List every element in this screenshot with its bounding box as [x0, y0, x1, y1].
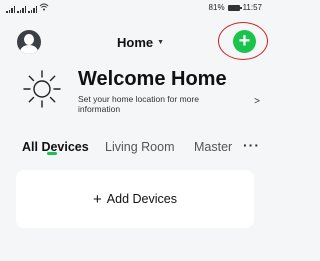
chevron-right-icon[interactable]: > — [254, 96, 260, 107]
welcome-banner[interactable]: Welcome Home Set your home location for … — [0, 65, 270, 125]
home-selector[interactable]: Home ▼ — [117, 35, 164, 50]
signal-indicators — [6, 3, 49, 13]
active-tab-indicator — [47, 152, 57, 155]
battery-percent: 81% — [208, 3, 225, 12]
room-tabs: All Devices Living Room Master ··· — [0, 137, 270, 164]
add-devices-button[interactable]: + Add Devices — [16, 170, 254, 228]
signal-icon — [6, 6, 15, 13]
signal-icon — [28, 6, 37, 13]
chevron-down-icon: ▼ — [157, 39, 165, 46]
avatar[interactable] — [17, 30, 41, 54]
plus-icon: + — [93, 190, 102, 208]
signal-icon — [17, 6, 26, 13]
battery-icon — [227, 4, 242, 11]
home-name: Home — [117, 35, 154, 50]
wifi-icon — [39, 3, 49, 13]
status-bar: 81% 11:57 — [0, 0, 270, 16]
sun-icon — [23, 70, 61, 108]
welcome-subtitle: Set your home location for more informat… — [78, 94, 199, 114]
welcome-title: Welcome Home — [78, 68, 227, 90]
devices-card: + Add Devices — [16, 170, 254, 228]
add-devices-label: Add Devices — [106, 192, 177, 206]
clock: 11:57 — [242, 3, 262, 12]
top-header: Home ▼ + — [0, 28, 270, 58]
tab-living-room[interactable]: Living Room — [105, 140, 174, 154]
tab-master[interactable]: Master — [194, 140, 232, 154]
add-button[interactable]: + — [233, 30, 256, 53]
more-icon[interactable]: ··· — [243, 137, 260, 153]
